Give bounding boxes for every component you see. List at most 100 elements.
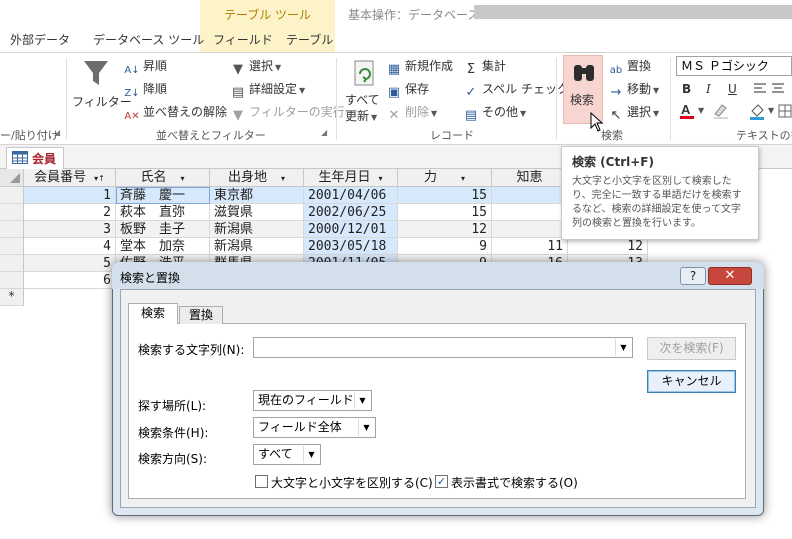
refresh-all-label-1[interactable]: すべて [345,92,380,108]
cell-wisdom[interactable] [492,221,568,238]
filter-button[interactable]: フィルター [72,94,132,110]
tab-replace[interactable]: 置換 [179,306,223,324]
save-button[interactable]: ▣ 保存 [386,81,429,101]
search-formatted-checkbox[interactable]: ✓ [435,475,448,488]
cell-member-no[interactable]: 5 [24,255,116,272]
sort-descending-button[interactable]: Z↓ 降順 [124,81,167,102]
cell-birthdate[interactable]: 2003/05/18 [304,238,398,255]
cell-strength[interactable]: 12 [398,221,492,238]
column-dropdown-icon[interactable]: ▾ [181,174,185,183]
dialog-launcher-icon[interactable]: ◢ [321,128,327,137]
select-button[interactable]: ↖ 選択 ▼ [608,104,660,124]
look-in-select[interactable]: 現在のフィールド ▼ [253,390,372,411]
cell-member-no[interactable]: 4 [24,238,116,255]
tab-external-data[interactable]: 外部データ [10,31,70,48]
cell-birthplace[interactable]: 東京都 [210,187,304,204]
cell-name[interactable]: 斉藤 慶一 [116,187,210,204]
cell-name[interactable]: 萩本 直弥 [116,204,210,221]
clear-sort-button[interactable]: A✕ 並べ替えの解除 [124,104,227,125]
cell-strength[interactable]: 15 [398,204,492,221]
font-color-dropdown-icon[interactable]: ▼ [698,106,704,115]
match-case-label[interactable]: 大文字と小文字を区別する(C) [271,474,433,491]
cell-birthplace[interactable]: 新潟県 [210,221,304,238]
goto-button[interactable]: → 移動 ▼ [608,81,660,101]
cell-member-no[interactable]: 2 [24,204,116,221]
cancel-button[interactable]: キャンセル [647,370,736,393]
fill-color-dropdown-icon[interactable]: ▼ [768,106,774,115]
record-selector[interactable] [0,204,24,221]
match-case-checkbox[interactable] [255,475,268,488]
help-button[interactable]: ? [680,267,706,285]
cell-wisdom[interactable] [492,187,568,204]
tab-find[interactable]: 検索 [128,303,178,324]
search-formatted-label[interactable]: 表示書式で検索する(O) [451,474,578,491]
find-next-button[interactable]: 次を検索(F) [647,337,736,360]
record-selector[interactable] [0,255,24,272]
record-selector[interactable] [0,187,24,204]
column-header-member-no[interactable]: 会員番号 ▾↑ [24,169,116,187]
cell-strength[interactable]: 9 [398,238,492,255]
font-name-box[interactable]: ＭＳ Ｐゴシック [676,56,792,76]
search-direction-dropdown-icon[interactable]: ▼ [303,446,319,463]
italic-button[interactable]: I [706,81,711,97]
cell-member-no[interactable]: 3 [24,221,116,238]
new-record-button[interactable]: ▦ 新規作成 [386,58,453,78]
cell-birthplace[interactable]: 新潟県 [210,238,304,255]
totals-button[interactable]: Σ 集計 [463,58,506,78]
cell-name[interactable]: 堂本 加奈 [116,238,210,255]
cell-wisdom[interactable] [492,204,568,221]
new-record-marker[interactable]: * [0,289,24,306]
column-header-birthdate[interactable]: 生年月日 ▾ [304,169,398,187]
delete-button[interactable]: ✕ 削除 ▼ [386,104,438,124]
font-color-icon[interactable]: A [680,102,694,120]
sort-ascending-button[interactable]: A↓ 昇順 [124,58,167,79]
column-header-birthplace[interactable]: 出身地 ▾ [210,169,304,187]
record-selector[interactable] [0,221,24,238]
look-in-dropdown-icon[interactable]: ▼ [354,392,370,409]
match-select[interactable]: フィールド全体 ▼ [253,417,376,438]
cell-birthplace[interactable]: 滋賀県 [210,204,304,221]
tab-fields[interactable]: フィールド [213,31,273,48]
funnel-icon[interactable] [80,58,112,88]
tab-database-tools[interactable]: データベース ツール [93,31,204,48]
highlight-icon[interactable] [712,102,730,120]
cell-member-no[interactable]: 1 [24,187,116,204]
gridlines-icon[interactable] [778,102,792,120]
cell-name[interactable]: 板野 圭子 [116,221,210,238]
column-header-strength[interactable]: 力 ▾ [398,169,492,187]
tab-table[interactable]: テーブル [286,31,333,48]
cell-birthdate[interactable]: 2000/12/01 [304,221,398,238]
selection-filter-button[interactable]: ▼ 選択 ▼ [230,58,281,78]
underline-button[interactable]: U [728,81,737,97]
record-selector[interactable] [0,272,24,289]
find-what-dropdown-icon[interactable]: ▼ [615,339,631,356]
close-button[interactable]: ✕ [708,267,752,285]
cell-wisdom[interactable]: 11 [492,238,568,255]
column-header-wisdom[interactable]: 知恵 [492,169,568,187]
search-direction-select[interactable]: すべて ▼ [253,444,321,465]
column-dropdown-icon[interactable]: ▾ [281,174,285,183]
find-what-input[interactable]: ▼ [253,337,633,358]
column-dropdown-icon[interactable]: ▾ [379,174,383,183]
align-icon[interactable] [752,82,786,96]
dialog-launcher-icon[interactable]: ◢ [54,128,60,137]
column-dropdown-icon[interactable]: ▾ [461,174,465,183]
cell-birthdate[interactable]: 2002/06/25 [304,204,398,221]
spelling-button[interactable]: ✓ スペル チェック [463,81,569,101]
advanced-filter-button[interactable]: ▤ 詳細設定 ▼ [230,81,305,101]
select-all-corner[interactable] [0,169,24,187]
dialog-titlebar[interactable] [112,262,764,289]
record-selector[interactable] [0,238,24,255]
cell-extra[interactable]: 12 [568,238,648,255]
match-dropdown-icon[interactable]: ▼ [358,419,374,436]
cell-birthdate[interactable]: 2001/04/06 [304,187,398,204]
bold-button[interactable]: B [682,81,691,97]
column-header-name[interactable]: 氏名 ▾ [116,169,210,187]
refresh-all-button[interactable]: 更新 ▼ [345,108,377,126]
cell-member-no[interactable]: 6 [24,272,116,289]
refresh-icon[interactable] [352,58,378,88]
more-button[interactable]: ▤ その他 ▼ [463,104,526,124]
cell-strength[interactable]: 15 [398,187,492,204]
toggle-filter-button[interactable]: ▼ フィルターの実行 [230,104,345,124]
replace-button[interactable]: ab 置換 [608,58,651,79]
